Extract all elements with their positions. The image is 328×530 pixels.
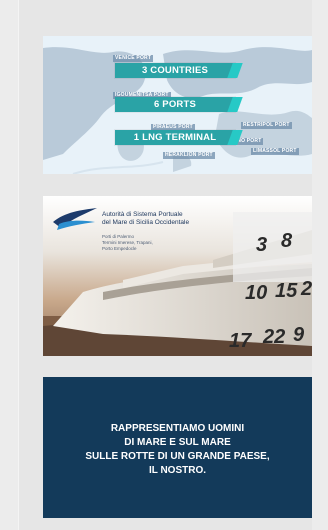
calendar-number: 15 bbox=[275, 280, 298, 302]
port-label: HERAKLION PORT bbox=[163, 152, 215, 159]
authority-logo-icon bbox=[53, 208, 97, 230]
port-label: LIMASSOL PORT bbox=[251, 148, 299, 155]
authority-port-line: Porto Empedocle bbox=[102, 246, 137, 251]
calendar-number: 17 bbox=[229, 330, 252, 352]
stat-ports: 6 PORTS bbox=[115, 97, 243, 112]
motto-line: IL NOSTRO. bbox=[148, 464, 207, 476]
port-label: RESTRIPOL PORT bbox=[241, 122, 292, 129]
authority-title-line: del Mare di Sicilia Occidentale bbox=[102, 219, 190, 226]
stat-countries: 3 COUNTRIES bbox=[115, 63, 243, 78]
calendar-number: 10 bbox=[245, 282, 268, 304]
authority-title: Autorità di Sistema Portuale del Mare di… bbox=[102, 211, 212, 227]
stat-label: 1 LNG TERMINAL bbox=[133, 132, 217, 143]
port-authority-banner[interactable]: Autorità di Sistema Portuale del Mare di… bbox=[43, 196, 312, 356]
port-label: VENICE PORT bbox=[113, 55, 154, 62]
calendar-number: 3 bbox=[256, 234, 268, 256]
calendar-number: 8 bbox=[281, 230, 293, 252]
calendar-number: 9 bbox=[293, 324, 305, 346]
ports-map-banner[interactable]: VENICE PORT IGOUMENITSA PORT PIRAEUS POR… bbox=[43, 36, 312, 174]
stat-lng-terminal: 1 LNG TERMINAL bbox=[115, 130, 243, 145]
stat-label: 6 PORTS bbox=[153, 99, 197, 110]
calendar-number: 22 bbox=[263, 326, 286, 348]
motto-line: RAPPRESENTIAMO UOMINI bbox=[110, 422, 245, 434]
calendar-number: 2 bbox=[301, 278, 312, 300]
authority-title-line: Autorità di Sistema Portuale bbox=[102, 211, 183, 218]
motto-banner[interactable]: RAPPRESENTIAMO UOMINI DI MARE E SUL MARE… bbox=[43, 377, 312, 518]
motto-line: SULLE ROTTE DI UN GRANDE PAESE, bbox=[85, 450, 270, 462]
motto-text: RAPPRESENTIAMO UOMINI DI MARE E SUL MARE… bbox=[85, 418, 269, 478]
motto-line: DI MARE E SUL MARE bbox=[124, 436, 231, 448]
authority-ports: Porti di Palermo Termini Imerese, Trapan… bbox=[102, 234, 192, 252]
stat-label: 3 COUNTRIES bbox=[141, 65, 209, 76]
